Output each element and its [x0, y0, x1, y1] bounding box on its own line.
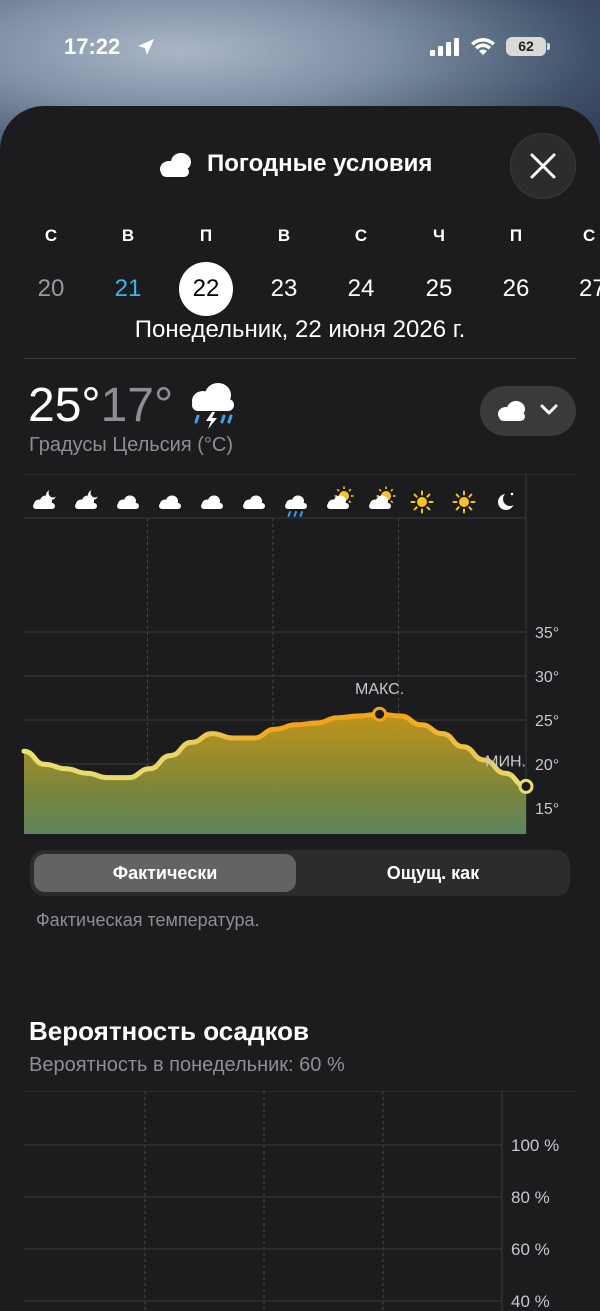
temperature-area [21, 711, 529, 834]
day-letter: П [199, 226, 213, 245]
y-tick-label: 20° [535, 757, 559, 774]
location-arrow-icon [137, 38, 155, 61]
y-axis-labels: 35°30°25°20°15°10°5° [535, 625, 559, 818]
day-item[interactable]: В 21 [98, 226, 158, 316]
sun-icon [410, 490, 434, 514]
max-label: МАКС. [355, 681, 404, 698]
signal-icon [430, 38, 460, 61]
cloud-icon [155, 150, 195, 185]
moon-icon [498, 492, 517, 510]
status-bar: 17:22 62 [0, 0, 600, 96]
day-number: 27 [579, 275, 600, 302]
day-item[interactable]: С 20 [21, 226, 81, 316]
day-letter: С [583, 226, 596, 245]
temperature-chart: 35°30°25°20°15°10°5° 061218 МАКС.МИН. [21, 474, 576, 834]
day-number-selected: 22 [179, 262, 233, 316]
sun-icon [452, 490, 476, 514]
cloud-moon-icon [75, 488, 100, 509]
precip-subtitle: Вероятность в понедельник: 60 % [29, 1054, 345, 1076]
precip-y-tick: 100 % [511, 1136, 559, 1155]
cloud-icon [159, 495, 181, 509]
day-item[interactable]: В 23 [254, 226, 314, 316]
day-letter: В [277, 226, 291, 245]
precip-chart: 100 % 80 % 60 % 40 % [24, 1091, 576, 1311]
day-letter: В [121, 226, 135, 245]
precip-frame [24, 1091, 576, 1311]
max-marker [372, 706, 388, 722]
precip-y-labels: 100 % 80 % 60 % 40 % [511, 1136, 559, 1311]
cloud-icon [117, 495, 139, 509]
precip-title: Вероятность осадков [29, 1016, 310, 1046]
day-number: 20 [37, 275, 65, 302]
day-letter: С [44, 226, 58, 245]
y-tick-label: 30° [535, 669, 559, 686]
status-time: 17:22 [64, 34, 121, 59]
min-marker [518, 778, 534, 794]
day-letter: С [354, 226, 368, 245]
day-number-today: 21 [114, 275, 142, 302]
y-tick-label: 35° [535, 625, 559, 642]
day-item[interactable]: С 24 [331, 226, 391, 316]
day-number: 25 [425, 275, 453, 302]
temperature-summary: 25°17° [28, 378, 234, 433]
y-tick-label: 25° [535, 713, 559, 730]
wifi-icon [470, 36, 496, 61]
cloud-sun-icon [327, 486, 354, 509]
cloud-sun-icon [369, 486, 396, 509]
chevron-down-icon [540, 404, 558, 415]
chart-note: Фактическая температура. [36, 910, 260, 930]
unit-label: Градусы Цельсия (°C) [29, 434, 233, 456]
cloud-rain-icon [285, 495, 307, 517]
precip-y-tick: 60 % [511, 1240, 550, 1259]
close-icon [530, 153, 556, 179]
divider [24, 358, 576, 359]
day-number: 23 [270, 275, 298, 302]
selected-date: Понедельник, 22 июня 2026 г. [134, 316, 466, 343]
low-temp: 17° [100, 379, 174, 432]
hourly-icons [33, 486, 517, 517]
min-label: МИН. [485, 753, 526, 770]
thunderstorm-icon [188, 380, 238, 442]
day-item-selected[interactable]: П 22 [176, 226, 236, 316]
day-number: 24 [347, 275, 375, 302]
precip-y-tick: 40 % [511, 1292, 550, 1311]
day-number: 26 [502, 275, 530, 302]
day-letter: Ч [433, 226, 445, 245]
y-tick-label: 15° [535, 801, 559, 818]
cloud-icon [498, 401, 525, 421]
sheet-title: Погодные условия [207, 150, 433, 177]
segment-actual[interactable]: Фактически [34, 854, 296, 892]
close-button[interactable] [510, 133, 576, 199]
precip-y-tick: 80 % [511, 1188, 550, 1207]
day-item[interactable]: П 26 [486, 226, 546, 316]
temperature-mode-segment: Фактически Ощущ. как [30, 850, 570, 896]
condition-menu-button[interactable] [480, 386, 576, 436]
segment-feels-like[interactable]: Ощущ. как [300, 854, 566, 892]
battery-icon: 62 [506, 37, 550, 56]
cloud-icon [201, 495, 223, 509]
high-temp: 25° [28, 379, 101, 432]
day-letter: П [509, 226, 523, 245]
conditions-sheet: Погодные условия С 20 В 21 П 22 В 23 С 2… [0, 106, 600, 1311]
day-item[interactable]: С 27 [560, 226, 600, 316]
cloud-moon-icon [33, 488, 58, 509]
day-item[interactable]: Ч 25 [409, 226, 469, 316]
cloud-icon [243, 495, 265, 509]
